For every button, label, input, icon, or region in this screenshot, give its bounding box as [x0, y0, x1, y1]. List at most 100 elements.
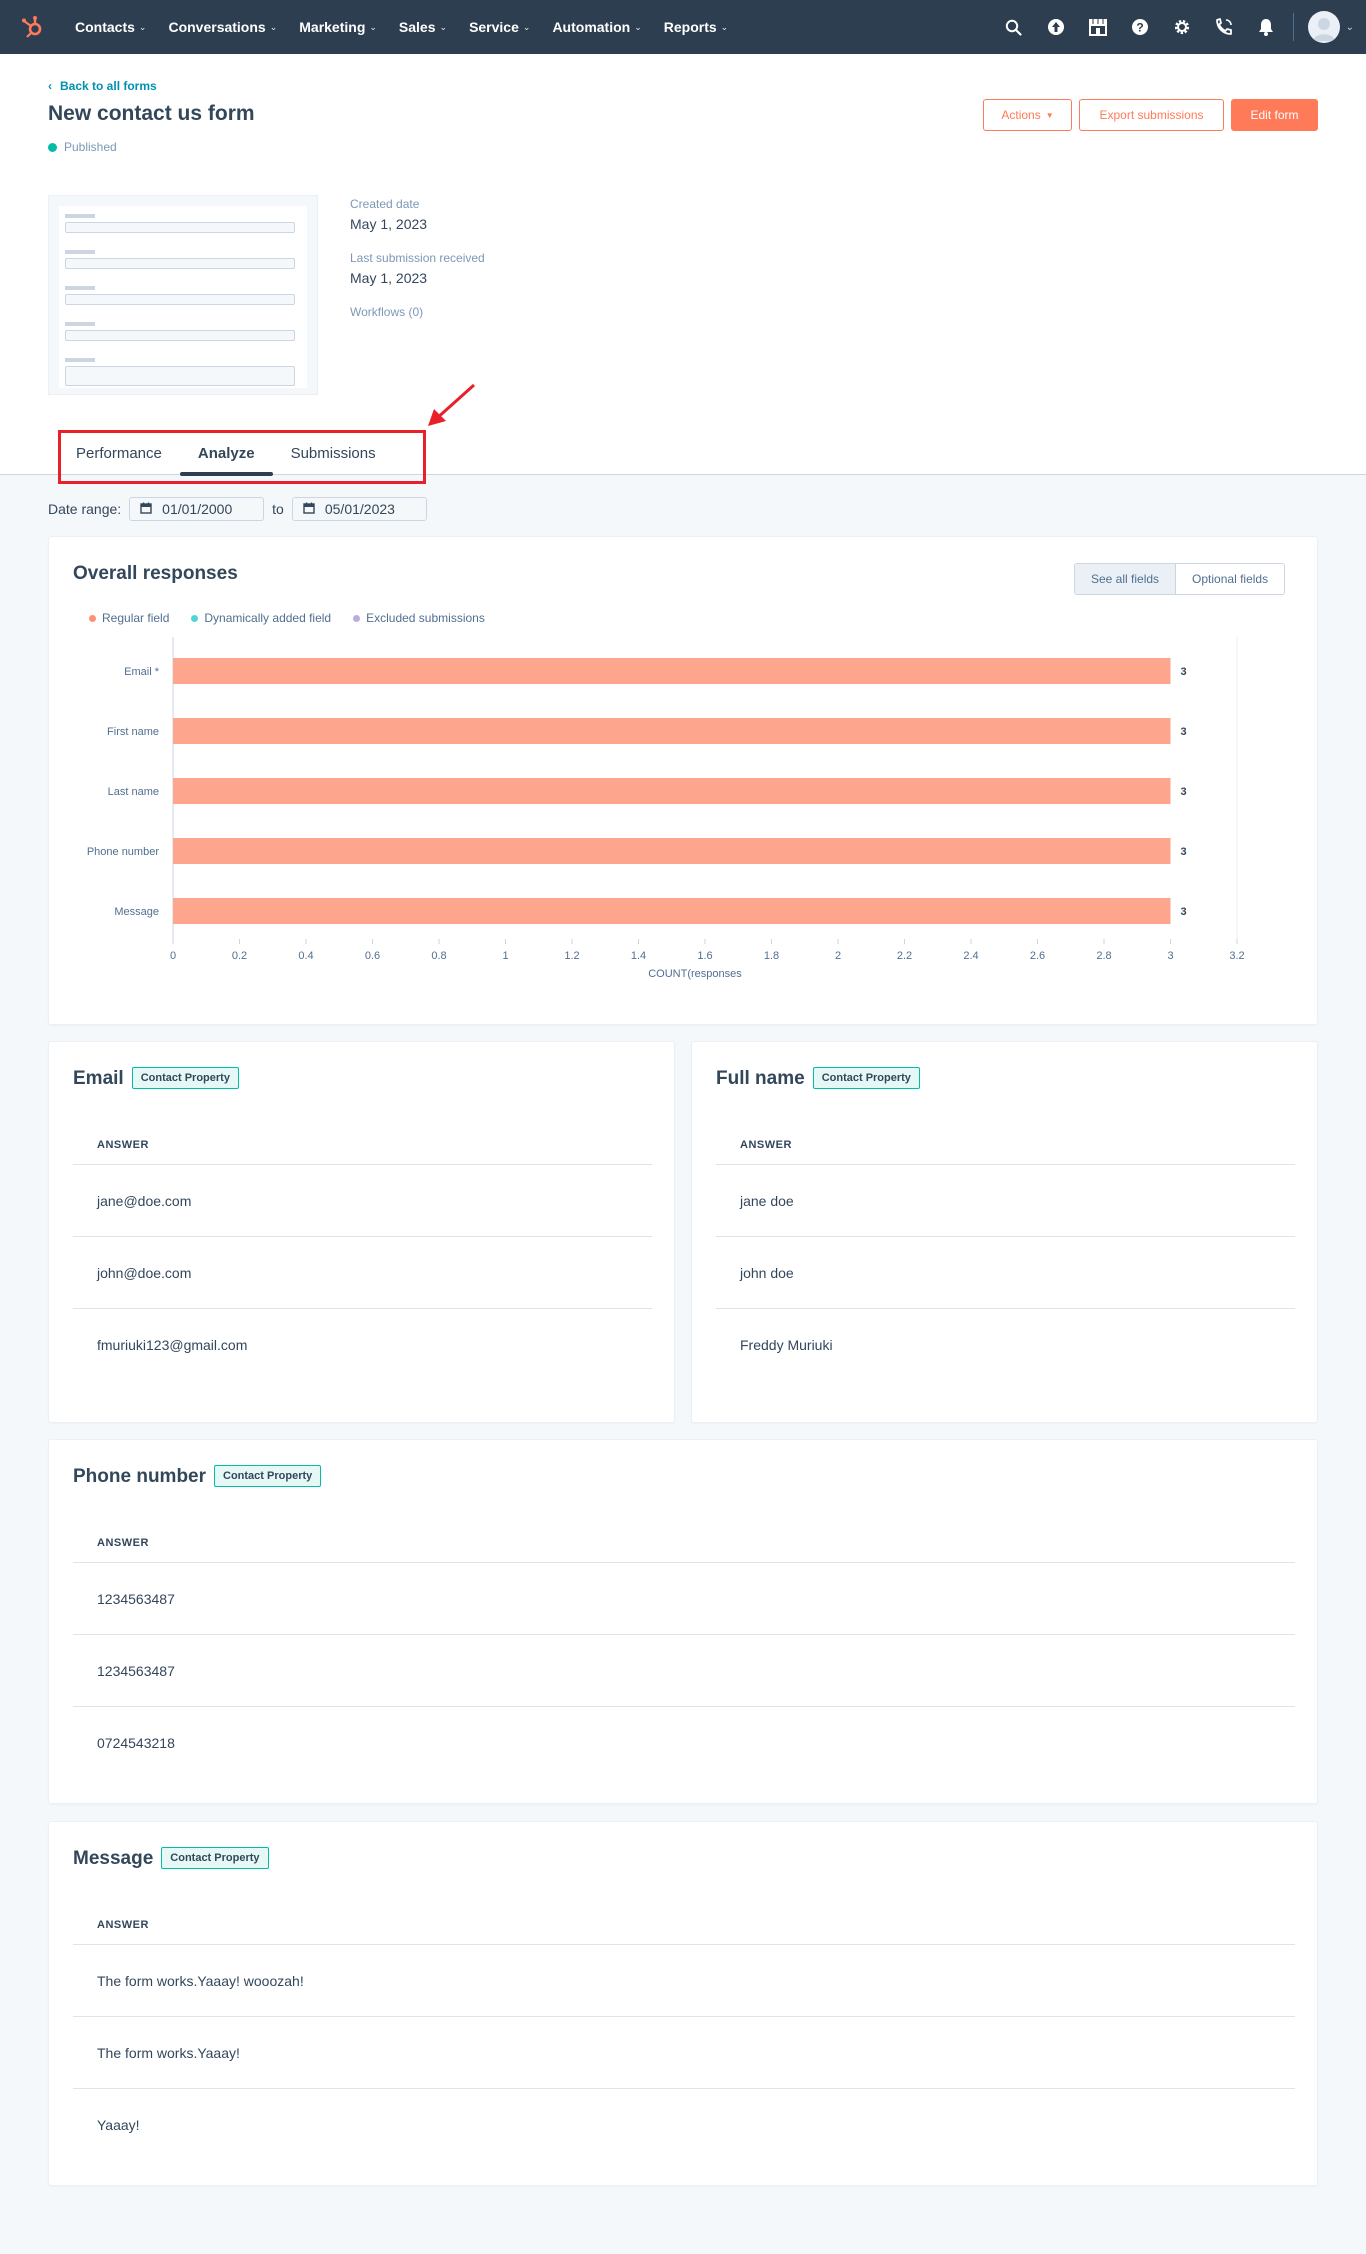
preview-field	[65, 222, 295, 233]
chart-x-tick-label: 1.6	[697, 950, 712, 962]
edit-form-button[interactable]: Edit form	[1231, 99, 1318, 131]
tab-performance[interactable]: Performance	[58, 430, 180, 476]
date-to-input[interactable]: 05/01/2023	[291, 497, 427, 521]
nav-conversations[interactable]: Conversations ⌄	[157, 0, 288, 54]
actions-button[interactable]: Actions ▼	[983, 99, 1072, 131]
email-card-title: Email Contact Property	[73, 1067, 239, 1092]
export-submissions-button[interactable]: Export submissions	[1079, 99, 1224, 131]
chart-x-tick-label: 3	[1167, 950, 1173, 962]
chart-data-label: 3	[1181, 726, 1187, 738]
hubspot-logo-icon[interactable]	[0, 0, 64, 54]
upgrade-icon[interactable]	[1035, 0, 1077, 54]
nav-contacts-label: Contacts	[75, 19, 135, 35]
legend-item-excluded[interactable]: Excluded submissions	[353, 611, 485, 625]
chart-data-label: 3	[1181, 846, 1187, 858]
preview-label	[65, 358, 95, 362]
main-menu: Contacts ⌄ Conversations ⌄ Marketing ⌄ Sale…	[64, 0, 739, 54]
answer-column-header: ANSWER	[97, 1919, 149, 1931]
marketplace-icon[interactable]	[1077, 0, 1119, 54]
chart-bar	[173, 898, 1171, 924]
nav-automation[interactable]: Automation ⌄	[541, 0, 652, 54]
legend-label: Regular field	[102, 611, 170, 625]
nav-divider	[1292, 13, 1294, 41]
chart-x-tick-label: 1.4	[631, 950, 646, 962]
chart-x-tick-label: 0.2	[232, 950, 247, 962]
legend-item-dynamic[interactable]: Dynamically added field	[191, 611, 331, 625]
date-range-filter: Date range: 01/01/2000 to 05/01/2023	[48, 497, 427, 521]
chart-x-tick-label: 2.4	[963, 950, 978, 962]
page-title: New contact us form	[48, 102, 255, 125]
back-to-forms-link[interactable]: ‹ Back to all forms	[48, 79, 157, 93]
nav-sales[interactable]: Sales ⌄	[388, 0, 458, 54]
table-row: 1234563487	[73, 1562, 1295, 1634]
contact-property-tag: Contact Property	[161, 1847, 269, 1869]
search-icon[interactable]	[993, 0, 1035, 54]
email-title-text: Email	[73, 1068, 124, 1089]
answer-column-header: ANSWER	[97, 1139, 149, 1151]
date-from-value: 01/01/2000	[162, 501, 233, 517]
chart-x-tick-label: 1	[502, 950, 508, 962]
date-from-input[interactable]: 01/01/2000	[129, 497, 265, 521]
chevron-down-icon: ⌄	[269, 21, 278, 32]
nav-utilities: ? ⌄	[993, 0, 1366, 54]
notifications-bell-icon[interactable]	[1245, 0, 1287, 54]
gear-icon[interactable]	[1161, 0, 1203, 54]
last-submission-label: Last submission received	[350, 251, 485, 265]
see-all-fields-button[interactable]: See all fields	[1075, 564, 1177, 594]
chart-data-label: 3	[1181, 666, 1187, 678]
help-icon[interactable]: ?	[1119, 0, 1161, 54]
contact-property-tag: Contact Property	[131, 1067, 239, 1089]
chart-bar	[173, 718, 1171, 744]
form-preview-thumbnail[interactable]	[48, 195, 318, 395]
account-menu[interactable]: ⌄	[1307, 11, 1354, 43]
date-range-label: Date range:	[48, 501, 122, 517]
table-row: jane@doe.com	[73, 1164, 652, 1236]
legend-item-regular[interactable]: Regular field	[89, 611, 169, 625]
contact-property-tag: Contact Property	[812, 1067, 920, 1089]
calling-icon[interactable]	[1203, 0, 1245, 54]
preview-textarea	[65, 366, 295, 386]
legend-label: Excluded submissions	[366, 611, 485, 625]
tab-analyze[interactable]: Analyze	[179, 430, 273, 476]
nav-reports[interactable]: Reports ⌄	[653, 0, 739, 54]
fullname-answers-card: Full name Contact Property ANSWER jane do…	[691, 1041, 1318, 1423]
created-date-label: Created date	[350, 197, 420, 211]
chart-x-tick-label: 0.6	[365, 950, 380, 962]
table-row: 0724543218	[73, 1706, 1295, 1778]
chart-category-label: Email *	[124, 666, 160, 678]
chart-bar	[173, 778, 1171, 804]
avatar	[1307, 11, 1340, 43]
contact-property-tag: Contact Property	[214, 1465, 322, 1487]
phone-card-title: Phone number Contact Property	[73, 1465, 322, 1490]
fullname-card-title: Full name Contact Property	[716, 1067, 920, 1092]
chevron-down-icon: ⌄	[369, 21, 377, 32]
last-submission-value: May 1, 2023	[350, 270, 428, 286]
legend-dot-icon	[191, 614, 199, 622]
nav-conversations-label: Conversations	[168, 19, 266, 35]
date-to-value: 05/01/2023	[324, 501, 395, 517]
tab-submissions[interactable]: Submissions	[273, 430, 394, 476]
nav-marketing[interactable]: Marketing ⌄	[288, 0, 388, 54]
preview-label	[65, 322, 95, 326]
optional-fields-button[interactable]: Optional fields	[1176, 564, 1284, 594]
chart-x-tick-label: 0	[170, 950, 176, 962]
preview-label	[65, 214, 95, 218]
chart-category-label: Message	[114, 906, 159, 918]
form-header: ‹ Back to all forms New contact us form …	[0, 54, 1366, 476]
calendar-icon	[140, 501, 152, 517]
email-answers-card: Email Contact Property ANSWER jane@doe.co…	[48, 1041, 675, 1423]
chart-x-tick-label: 2.8	[1096, 950, 1111, 962]
legend-dot-icon	[353, 614, 361, 622]
nav-service[interactable]: Service ⌄	[458, 0, 541, 54]
field-filter-toggle: See all fields Optional fields	[1074, 563, 1286, 595]
nav-contacts[interactable]: Contacts ⌄	[64, 0, 157, 54]
chevron-down-icon: ⌄	[634, 21, 642, 32]
calendar-icon	[303, 501, 315, 517]
nav-automation-label: Automation	[552, 19, 631, 35]
created-date-value: May 1, 2023	[350, 216, 428, 232]
table-row: Yaaay!	[73, 2088, 1295, 2160]
chart-x-tick-label: 0.8	[431, 950, 446, 962]
actions-label: Actions	[1001, 108, 1041, 122]
workflows-link[interactable]: Workflows (0)	[350, 305, 423, 319]
table-row: john@doe.com	[73, 1236, 652, 1308]
